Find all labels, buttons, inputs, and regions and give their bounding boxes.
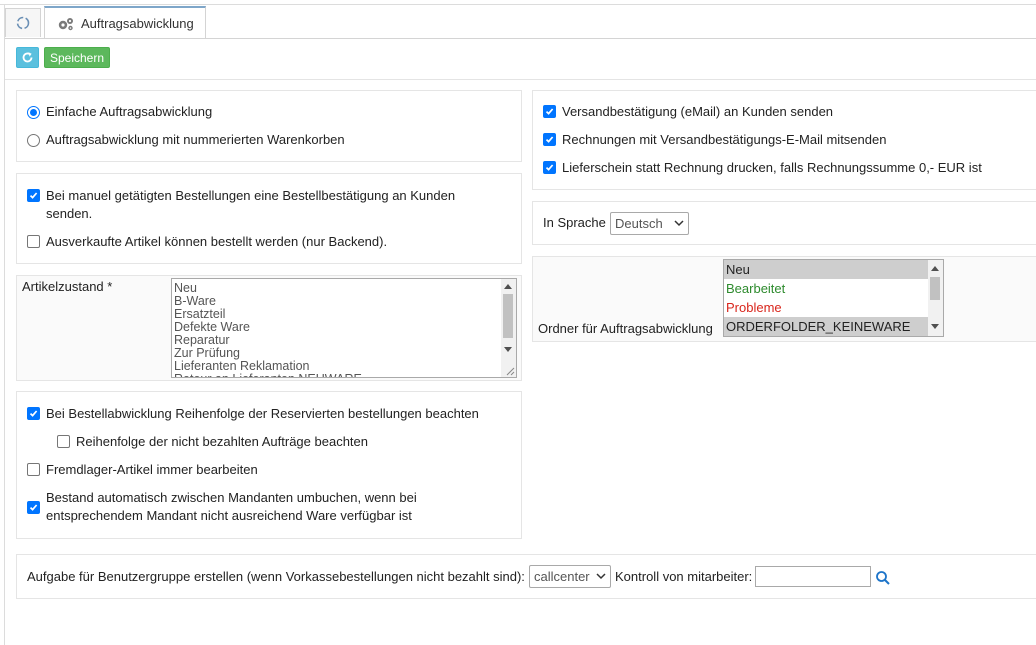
toolbar-divider [5, 79, 1036, 80]
reserved-order-label: Bei Bestellabwicklung Reihenfolge der Re… [46, 406, 479, 421]
auto-transfer-checkbox[interactable] [27, 500, 40, 514]
soldout-checkbox-row[interactable]: Ausverkaufte Artikel können bestellt wer… [27, 233, 387, 251]
language-select[interactable]: Deutsch [610, 212, 689, 235]
mode-option-simple-label: Einfache Auftragsabwicklung [46, 104, 213, 119]
language-label: In Sprache [543, 215, 606, 230]
group-select[interactable]: callcenter [529, 565, 611, 588]
confirm-label: Bei manuel getätigten Bestellungen eine … [46, 188, 456, 221]
tab-auftragsabwicklung[interactable]: Auftragsabwicklung [44, 6, 206, 39]
control-label: Kontroll von mitarbeiter: [615, 569, 753, 584]
shipping-invoice-row[interactable]: Rechnungen mit Versandbestätigungs-E-Mai… [543, 131, 886, 149]
radio-numbered[interactable] [27, 134, 40, 147]
folder-option[interactable]: Probleme [724, 298, 943, 317]
folder-listbox[interactable]: Neu Bearbeitet Probleme ORDERFOLDER_KEINEWA… [723, 259, 944, 337]
external-stock-label: Fremdlager-Artikel immer bearbeiten [46, 462, 258, 477]
folder-option[interactable]: ORDERFOLDER_KEINEWARE [724, 317, 943, 336]
mode-option-numbered-label: Auftragsabwicklung mit nummerierten Ware… [46, 132, 345, 147]
group-select-value: callcenter [534, 569, 590, 584]
folder-option[interactable]: Neu [724, 260, 943, 279]
confirm-checkbox-row[interactable]: Bei manuel getätigten Bestellungen eine … [27, 187, 467, 223]
folder-scroll-thumb[interactable] [930, 277, 940, 300]
scroll-up-icon[interactable] [931, 265, 939, 271]
delivery-note-label: Lieferschein statt Rechnung drucken, fal… [562, 160, 982, 175]
resize-grip-icon[interactable] [505, 366, 515, 376]
auto-transfer-row[interactable]: Bestand automatisch zwischen Mandanten u… [27, 489, 437, 525]
auto-transfer-label: Bestand automatisch zwischen Mandanten u… [46, 490, 417, 523]
soldout-label: Ausverkaufte Artikel können bestellt wer… [46, 234, 388, 249]
delivery-note-row[interactable]: Lieferschein statt Rechnung drucken, fal… [543, 159, 982, 177]
confirm-checkbox[interactable] [27, 189, 40, 202]
mode-option-simple[interactable]: Einfache Auftragsabwicklung [27, 103, 212, 121]
external-stock-checkbox[interactable] [27, 463, 40, 476]
chevron-down-icon [674, 220, 684, 227]
listbox-option[interactable]: Retour an Lieferanten NEUWARE [172, 373, 516, 378]
left-divider [4, 5, 5, 645]
language-panel [532, 201, 1036, 245]
scroll-down-icon[interactable] [504, 347, 512, 353]
language-select-value: Deutsch [615, 216, 663, 231]
unpaid-order-row[interactable]: Reihenfolge der nicht bezahlten Aufträge… [57, 433, 368, 451]
reserved-order-checkbox[interactable] [27, 407, 40, 420]
search-icon[interactable] [875, 570, 891, 586]
reserved-order-row[interactable]: Bei Bestellabwicklung Reihenfolge der Re… [27, 405, 479, 423]
shipping-invoice-label: Rechnungen mit Versandbestätigungs-E-Mai… [562, 132, 887, 147]
delivery-note-checkbox[interactable] [543, 161, 556, 174]
article-state-listbox[interactable]: Neu B-Ware Ersatzteil Defekte Ware Reparatur… [171, 278, 517, 378]
mode-option-numbered[interactable]: Auftragsabwicklung mit nummerierten Ware… [27, 131, 345, 149]
tab-label: Auftragsabwicklung [81, 16, 194, 31]
refresh-circle-icon [16, 16, 30, 30]
folder-option[interactable]: Bearbeitet [724, 279, 943, 298]
save-button[interactable]: Speichern [44, 47, 110, 68]
shipping-invoice-checkbox[interactable] [543, 133, 556, 146]
tabbar-divider [5, 38, 1036, 39]
scroll-up-icon[interactable] [504, 283, 512, 289]
unpaid-order-label: Reihenfolge der nicht bezahlten Aufträge… [76, 434, 368, 449]
external-stock-row[interactable]: Fremdlager-Artikel immer bearbeiten [27, 461, 258, 479]
shipping-email-label: Versandbestätigung (eMail) an Kunden sen… [562, 104, 834, 119]
listbox-option[interactable]: Neu [172, 282, 516, 295]
scroll-down-icon[interactable] [931, 324, 939, 330]
control-input[interactable] [755, 566, 871, 587]
shipping-email-row[interactable]: Versandbestätigung (eMail) an Kunden sen… [543, 103, 833, 121]
mode-panel [16, 90, 522, 162]
refresh-icon [22, 52, 33, 63]
unpaid-order-checkbox[interactable] [57, 435, 70, 448]
tab-home[interactable] [5, 8, 41, 37]
chevron-down-icon [596, 573, 606, 580]
task-label: Aufgabe für Benutzergruppe erstellen (we… [27, 569, 525, 584]
article-state-label: Artikelzustand * [22, 279, 113, 294]
radio-simple[interactable] [27, 106, 40, 119]
article-scroll-thumb[interactable] [503, 294, 513, 338]
soldout-checkbox[interactable] [27, 235, 40, 248]
top-divider [0, 4, 1036, 5]
shipping-email-checkbox[interactable] [543, 105, 556, 118]
refresh-button[interactable] [16, 47, 39, 68]
folder-label: Ordner für Auftragsabwicklung [538, 321, 713, 336]
gears-icon [58, 17, 73, 30]
